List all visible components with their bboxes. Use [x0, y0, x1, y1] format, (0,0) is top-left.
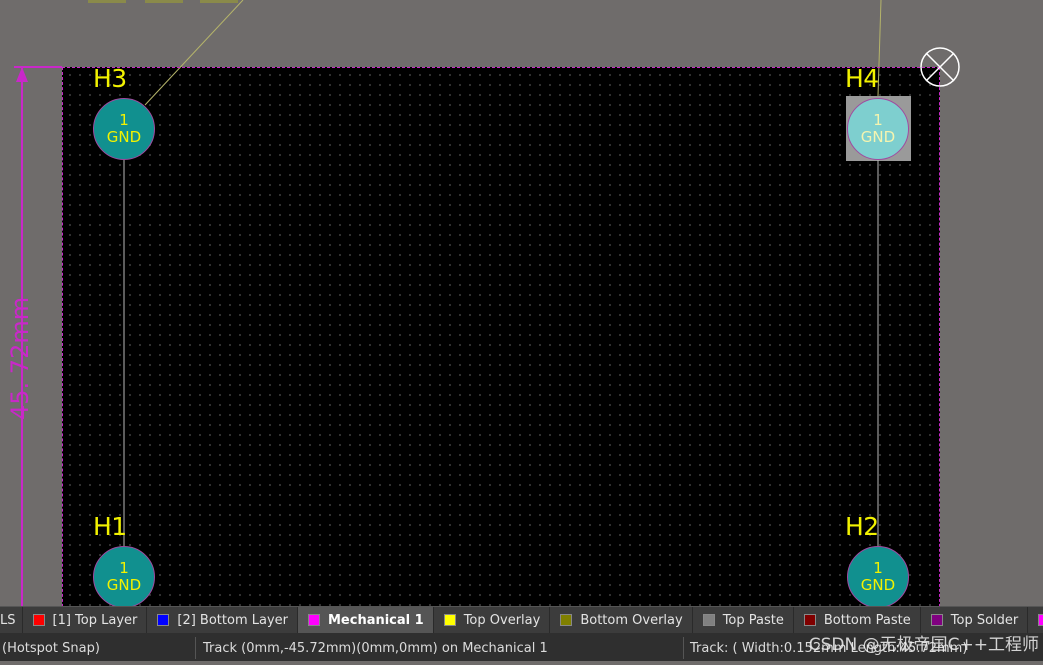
designator-h3: H3 — [93, 64, 127, 93]
layer-tab-label: Bottom Overlay — [580, 612, 683, 628]
origin-marker-icon — [920, 47, 960, 87]
pad-pin: 1 — [873, 111, 883, 129]
dimension-label: 45. 72mm — [6, 296, 34, 420]
layer-tab-top-overlay[interactable]: Top Overlay — [434, 607, 551, 633]
dimension-arrow — [16, 67, 28, 82]
layer-tab-label: [1] Top Layer — [52, 612, 138, 628]
layer-tab-mechanical-1[interactable]: Mechanical 1 — [297, 607, 434, 633]
layer-tab-label: Bottom Paste — [823, 612, 911, 628]
layer-tab-1-top-layer[interactable]: [1] Top Layer — [23, 607, 148, 633]
routing-overlay — [14, 0, 882, 606]
layer-tab-label: Top Solder — [950, 612, 1019, 628]
status-snap: (Hotspot Snap) — [2, 641, 100, 656]
pad-net: GND — [860, 576, 896, 594]
status-divider — [195, 637, 196, 659]
ratsnest-line-h3 — [144, 0, 244, 106]
designator-h4: H4 — [845, 64, 879, 93]
layer-tab-label: Mechanical 1 — [327, 612, 424, 628]
pad-pin: 1 — [119, 111, 129, 129]
pad-net: GND — [106, 576, 142, 594]
designator-h1: H1 — [93, 512, 127, 541]
pad-net: GND — [860, 128, 896, 146]
pad-net: GND — [106, 128, 142, 146]
pad-h4[interactable]: 1 GND — [847, 98, 909, 160]
layer-tab-label: LS — [0, 612, 16, 628]
status-divider — [683, 637, 684, 659]
layer-tab-ls[interactable]: LS — [0, 607, 23, 633]
layer-tab-bottom-overlay[interactable]: Bottom Overlay — [550, 607, 693, 633]
pcb-canvas[interactable]: 45. 72mm H3 1 GND H4 1 GND H1 1 GND H2 1… — [0, 0, 1043, 606]
layer-color-swatch — [803, 614, 816, 626]
layer-color-swatch — [560, 614, 573, 626]
layer-color-swatch — [32, 614, 45, 626]
layer-color-swatch — [443, 614, 456, 626]
designator-h2: H2 — [845, 512, 879, 541]
layer-color-swatch — [930, 614, 943, 626]
pad-h2[interactable]: 1 GND — [847, 546, 909, 606]
layer-tab-top-paste[interactable]: Top Paste — [693, 607, 794, 633]
status-track: Track (0mm,-45.72mm)(0mm,0mm) on Mechani… — [203, 641, 548, 656]
overlay-fragment-1 — [88, 0, 126, 3]
layer-tab-bar: LS [1] Top Layer [2] Bottom Layer Mechanica… — [0, 606, 1043, 633]
layer-color-swatch — [1038, 614, 1043, 626]
layer-tab-label: Top Overlay — [463, 612, 541, 628]
pad-h3[interactable]: 1 GND — [93, 98, 155, 160]
pad-pin: 1 — [119, 559, 129, 577]
layer-color-swatch — [307, 614, 320, 626]
overlay-fragment-3 — [200, 0, 238, 3]
pad-pin: 1 — [873, 559, 883, 577]
layer-color-swatch — [702, 614, 715, 626]
layer-tab-label: Top Paste — [722, 612, 784, 628]
pad-h1[interactable]: 1 GND — [93, 546, 155, 606]
watermark: CSDN @无极帝国C++工程师 — [808, 635, 1039, 655]
layer-color-swatch — [157, 614, 170, 626]
layer-tab-2-bottom-layer[interactable]: [2] Bottom Layer — [147, 607, 298, 633]
layer-tab-label: [2] Bottom Layer — [177, 612, 288, 628]
overlay-fragment-2 — [145, 0, 183, 3]
